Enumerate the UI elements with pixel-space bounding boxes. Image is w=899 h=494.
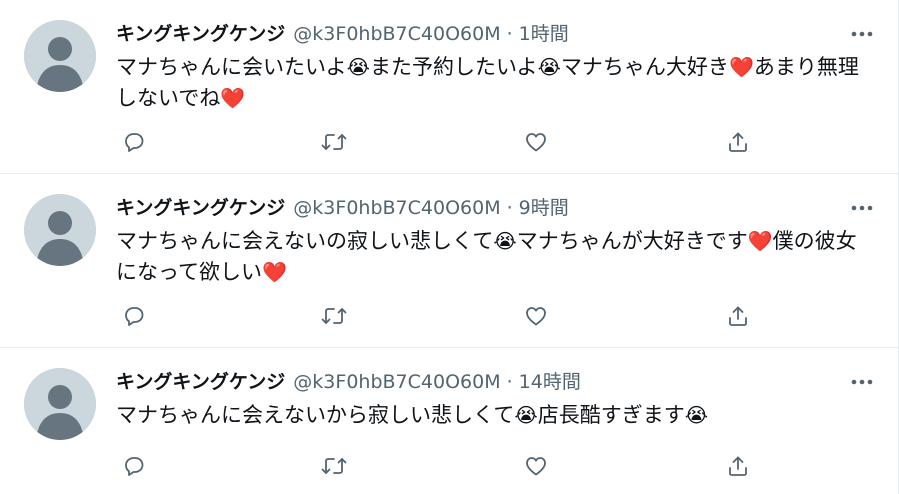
- tweet-header: キングキングケンジ @k3F0hbB7C40O60M · 9時間: [116, 194, 858, 222]
- more-options-icon[interactable]: [848, 198, 876, 218]
- share-icon[interactable]: [720, 448, 756, 484]
- loudly-crying-face-emoji: 😭: [346, 55, 370, 79]
- tweet[interactable]: キングキングケンジ @k3F0hbB7C40O60M · 9時間 マナちゃんに会…: [0, 174, 899, 348]
- separator-dot: ·: [506, 371, 513, 393]
- tweet-text-segment: また予約したいよ: [369, 55, 538, 79]
- more-options-icon[interactable]: [848, 24, 876, 44]
- tweet-header: キングキングケンジ @k3F0hbB7C40O60M · 14時間: [116, 368, 858, 396]
- loudly-crying-face-emoji: 😭: [493, 229, 517, 253]
- display-name[interactable]: キングキングケンジ: [116, 194, 285, 222]
- avatar[interactable]: [24, 194, 96, 266]
- tweet-actions: [116, 448, 756, 484]
- default-avatar-icon: [24, 368, 96, 440]
- tweet[interactable]: キングキングケンジ @k3F0hbB7C40O60M · 14時間 マナちゃんに…: [0, 348, 899, 494]
- default-avatar-icon: [24, 20, 96, 92]
- timestamp[interactable]: 14時間: [519, 368, 581, 396]
- default-avatar-icon: [24, 194, 96, 266]
- timestamp[interactable]: 9時間: [519, 194, 569, 222]
- reply-icon[interactable]: [116, 448, 152, 484]
- tweet-text: マナちゃんに会えないの寂しい悲しくて😭マナちゃんが大好きです❤️僕の彼女になって…: [116, 226, 876, 288]
- like-icon[interactable]: [518, 298, 554, 334]
- red-heart-emoji: ❤️: [261, 260, 287, 284]
- share-icon[interactable]: [720, 298, 756, 334]
- avatar[interactable]: [24, 368, 96, 440]
- red-heart-emoji: ❤️: [220, 86, 246, 110]
- red-heart-emoji: ❤️: [728, 55, 754, 79]
- tweet-timeline: キングキングケンジ @k3F0hbB7C40O60M · 1時間 マナちゃんに会…: [0, 0, 899, 494]
- share-icon[interactable]: [720, 124, 756, 160]
- user-handle[interactable]: @k3F0hbB7C40O60M: [293, 20, 500, 48]
- more-options-icon[interactable]: [848, 372, 876, 392]
- user-handle[interactable]: @k3F0hbB7C40O60M: [293, 194, 500, 222]
- tweet-text-segment: マナちゃんに会えないの寂しい悲しくて: [116, 229, 494, 253]
- retweet-icon[interactable]: [316, 124, 352, 160]
- display-name[interactable]: キングキングケンジ: [116, 20, 285, 48]
- timestamp[interactable]: 1時間: [519, 20, 569, 48]
- reply-icon[interactable]: [116, 298, 152, 334]
- tweet-text-segment: マナちゃんに会いたいよ: [116, 55, 347, 79]
- display-name[interactable]: キングキングケンジ: [116, 368, 285, 396]
- red-heart-emoji: ❤️: [747, 229, 773, 253]
- tweet-actions: [116, 298, 756, 334]
- loudly-crying-face-emoji: 😭: [684, 403, 709, 427]
- like-icon[interactable]: [518, 448, 554, 484]
- tweet-text: マナちゃんに会えないから寂しい悲しくて😭店長酷すぎます😭: [116, 400, 876, 431]
- tweet-text-segment: 店長酷すぎます: [537, 403, 685, 427]
- retweet-icon[interactable]: [316, 298, 352, 334]
- tweet-actions: [116, 124, 756, 160]
- separator-dot: ·: [506, 197, 513, 219]
- avatar[interactable]: [24, 20, 96, 92]
- tweet-text-segment: マナちゃん大好き: [560, 55, 729, 79]
- tweet-text-segment: マナちゃんに会えないから寂しい悲しくて: [116, 403, 515, 427]
- tweet-text-segment: マナちゃんが大好きです: [516, 229, 748, 253]
- separator-dot: ·: [506, 23, 513, 45]
- user-handle[interactable]: @k3F0hbB7C40O60M: [293, 368, 500, 396]
- tweet-text: マナちゃんに会いたいよ😭また予約したいよ😭マナちゃん大好き❤️あまり無理しないで…: [116, 52, 876, 114]
- reply-icon[interactable]: [116, 124, 152, 160]
- loudly-crying-face-emoji: 😭: [514, 403, 538, 427]
- tweet-header: キングキングケンジ @k3F0hbB7C40O60M · 1時間: [116, 20, 858, 48]
- tweet[interactable]: キングキングケンジ @k3F0hbB7C40O60M · 1時間 マナちゃんに会…: [0, 0, 899, 174]
- loudly-crying-face-emoji: 😭: [537, 55, 561, 79]
- retweet-icon[interactable]: [316, 448, 352, 484]
- like-icon[interactable]: [518, 124, 554, 160]
